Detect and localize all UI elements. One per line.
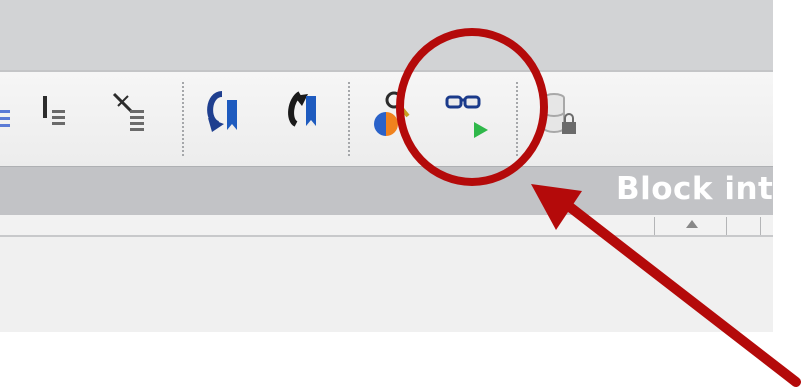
call-hierarchy-icon [374, 91, 410, 136]
previous-bookmark-icon [207, 91, 237, 132]
section-title: Block inte [616, 171, 773, 207]
next-bookmark-button[interactable] [278, 86, 324, 150]
glasses-play-icon [445, 95, 488, 138]
delete-network-icon [112, 92, 144, 131]
toolbar-separator [516, 82, 518, 156]
table-header-row [0, 215, 773, 237]
toolbar-separator [348, 82, 350, 156]
toolbar-button-partial[interactable] [0, 88, 16, 152]
insert-network-icon [43, 96, 65, 125]
column-divider[interactable] [760, 217, 761, 235]
block-interface-header[interactable]: Block inte [0, 166, 773, 216]
monitoring-button[interactable] [366, 86, 412, 150]
content-area [0, 237, 773, 332]
column-divider[interactable] [726, 217, 727, 235]
insert-network-button[interactable] [34, 88, 80, 152]
list-indent-icon [0, 110, 10, 127]
simulation-button[interactable] [444, 86, 490, 150]
editor-window: Block inte [0, 0, 773, 332]
title-strip [0, 0, 773, 70]
toolbar-separator [182, 82, 184, 156]
delete-network-button[interactable] [108, 88, 154, 152]
database-lock-icon [543, 93, 576, 134]
next-bookmark-icon [288, 91, 316, 127]
column-divider[interactable] [654, 217, 655, 235]
previous-bookmark-button[interactable] [200, 86, 246, 150]
sort-ascending-icon[interactable] [686, 220, 698, 228]
editor-toolbar [0, 70, 773, 168]
block-lock-button[interactable] [538, 88, 584, 152]
